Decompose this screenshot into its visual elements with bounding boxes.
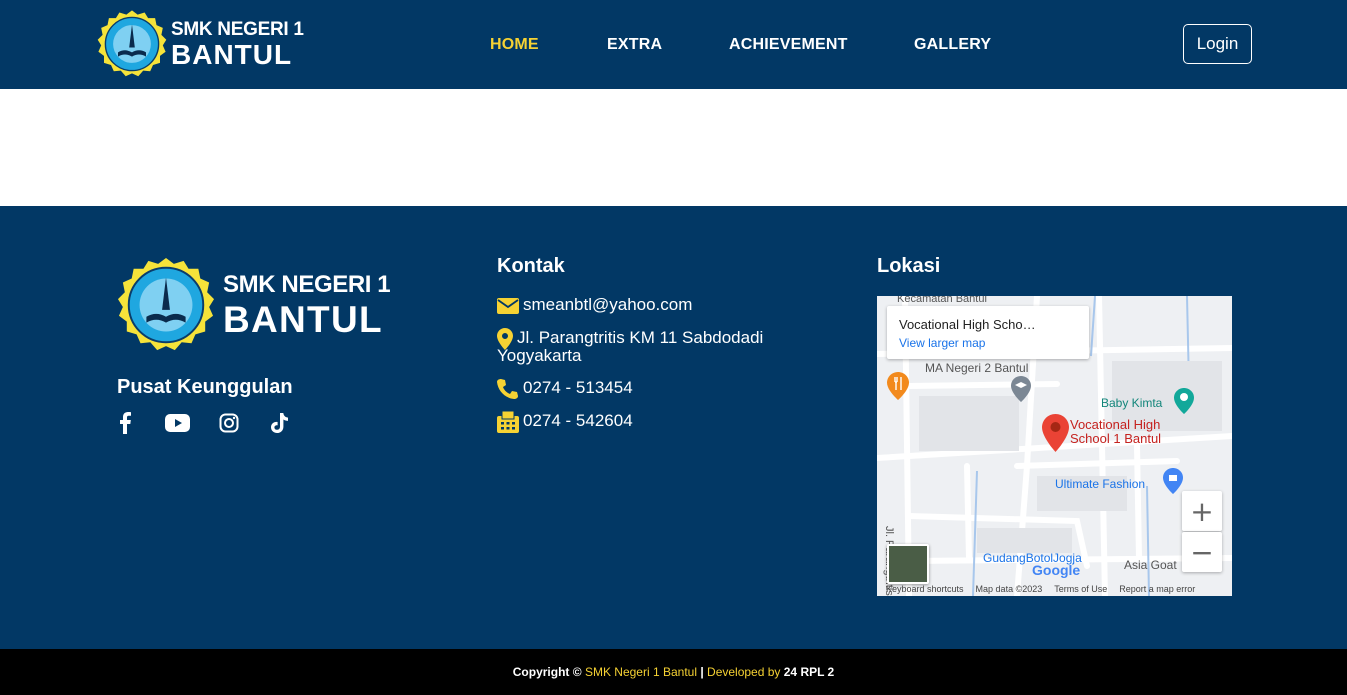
shop-marker-icon[interactable]	[1163, 468, 1183, 494]
brand-text: SMK NEGERI 1 BANTUL	[171, 20, 304, 69]
footer-brand-line2: BANTUL	[223, 298, 383, 340]
google-logo: Google	[1032, 562, 1081, 578]
navbar: SMK NEGERI 1 BANTUL HOME EXTRA ACHIEVEME…	[0, 0, 1347, 89]
location-map[interactable]: Kecamatan Bantul Vocational High Scho… V…	[877, 296, 1232, 596]
report-error-link[interactable]: Report a map error	[1119, 584, 1195, 594]
copyright-dev: Developed by	[707, 665, 781, 679]
login-button[interactable]: Login	[1183, 24, 1252, 64]
map-data-text: Map data ©2023	[975, 584, 1043, 594]
footer-brand: SMK NEGERI 1 BANTUL	[117, 256, 391, 354]
brand-logo[interactable]: SMK NEGERI 1 BANTUL	[97, 9, 304, 79]
social-links	[114, 412, 318, 434]
contact-email-text[interactable]: smeanbtl@yahoo.com	[523, 296, 692, 314]
school-marker-icon[interactable]	[1011, 376, 1031, 402]
facebook-icon[interactable]	[114, 412, 136, 434]
contact-address-line1: Jl. Parangtritis KM 11 Sabdodadi	[517, 328, 764, 347]
instagram-icon[interactable]	[218, 412, 240, 434]
copyright-org: SMK Negeri 1 Bantul	[584, 665, 697, 679]
terms-link[interactable]: Terms of Use	[1054, 584, 1107, 594]
copyright-prefix: Copyright ©	[512, 665, 585, 679]
copyright-bar: Copyright © SMK Negeri 1 Bantul | Develo…	[0, 649, 1347, 695]
restaurant-marker-icon[interactable]	[887, 372, 909, 400]
contact-title: Kontak	[497, 255, 565, 277]
map-label-top: Kecamatan Bantul	[897, 296, 987, 305]
zoom-in-button[interactable]: +	[1182, 491, 1222, 531]
map-attribution: Keyboard shortcuts Map data ©2023 Terms …	[877, 582, 1232, 596]
map-card-title: Vocational High Scho…	[899, 317, 1036, 332]
tiktok-icon[interactable]	[268, 412, 290, 434]
contact-address-line2-row: Yogyakarta	[497, 347, 581, 365]
nav-extra[interactable]: EXTRA	[607, 36, 662, 54]
copyright-team: 24 RPL 2	[780, 665, 835, 679]
brand-line2: BANTUL	[171, 38, 293, 70]
footer-tagline: Pusat Keunggulan	[117, 376, 293, 398]
school-seal-icon	[117, 257, 215, 351]
phone-icon	[497, 379, 519, 399]
contact-phone: 0274 - 513454	[497, 379, 633, 399]
school-seal-icon	[97, 10, 167, 77]
zoom-out-button[interactable]: −	[1182, 532, 1222, 572]
map-label-fashion: Ultimate Fashion	[1055, 477, 1146, 491]
satellite-toggle[interactable]	[887, 544, 929, 584]
nav-achievement[interactable]: ACHIEVEMENT	[729, 36, 848, 54]
contact-email: smeanbtl@yahoo.com	[497, 296, 692, 316]
map-label-school: Vocational High School 1 Bantul	[1070, 418, 1161, 446]
youtube-icon[interactable]	[164, 412, 190, 434]
map-place-card: Vocational High Scho… View larger map	[887, 306, 1089, 359]
map-label-ma: MA Negeri 2 Bantul	[925, 361, 1029, 375]
footer: SMK NEGERI 1 BANTUL Pusat Keunggulan Kon…	[0, 206, 1347, 649]
fax-icon	[497, 411, 519, 433]
envelope-icon	[497, 296, 519, 316]
location-pin-icon[interactable]	[1042, 414, 1069, 452]
nav-gallery[interactable]: GALLERY	[914, 36, 991, 54]
footer-brand-line1: SMK NEGERI 1	[223, 270, 391, 298]
map-label-school-line1: Vocational High	[1070, 417, 1161, 432]
location-title: Lokasi	[877, 255, 941, 277]
contact-phone-text[interactable]: 0274 - 513454	[523, 379, 633, 397]
contact-address-line2: Yogyakarta	[497, 346, 582, 365]
contact-fax: 0274 - 542604	[497, 411, 633, 433]
footer-brand-text: SMK NEGERI 1 BANTUL	[223, 270, 391, 340]
copyright-sep: |	[697, 665, 708, 679]
view-larger-map-link[interactable]: View larger map	[899, 336, 1077, 350]
map-label-school-line2: School 1 Bantul	[1070, 431, 1162, 446]
brand-line1: SMK NEGERI 1	[171, 18, 304, 40]
nav-home[interactable]: HOME	[490, 36, 539, 54]
map-label-baby: Baby Kimta	[1101, 396, 1163, 410]
shopping-marker-icon[interactable]	[1174, 388, 1194, 414]
keyboard-shortcuts-link[interactable]: Keyboard shortcuts	[886, 584, 964, 594]
contact-fax-text: 0274 - 542604	[523, 411, 633, 430]
map-label-asia: Asia Goat	[1124, 558, 1177, 572]
